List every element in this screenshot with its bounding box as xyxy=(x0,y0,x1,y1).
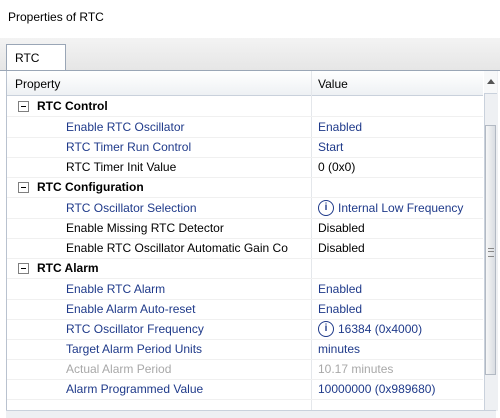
property-name: Enable RTC Oscillator xyxy=(66,120,185,134)
property-name: Enable RTC Oscillator Automatic Gain Co xyxy=(66,241,288,255)
header-value: Value xyxy=(318,77,348,91)
category-rtc-control[interactable]: RTC Control xyxy=(7,96,483,117)
property-value-text: 16384 (0x4000) xyxy=(338,322,423,336)
property-value[interactable]: Enabled xyxy=(318,120,362,134)
property-value[interactable]: i 16384 (0x4000) xyxy=(318,321,423,337)
window-title: Properties of RTC xyxy=(8,10,104,24)
tab-rtc-label: RTC xyxy=(15,51,40,65)
property-name: Target Alarm Period Units xyxy=(66,342,203,356)
category-label: RTC Alarm xyxy=(37,261,99,275)
header-property: Property xyxy=(15,77,61,91)
property-row: Actual Alarm Period 10.17 minutes xyxy=(7,359,483,380)
minus-box-icon[interactable] xyxy=(18,182,29,193)
property-value-text: Internal Low Frequency xyxy=(338,201,464,215)
category-rtc-configuration[interactable]: RTC Configuration xyxy=(7,177,483,198)
property-row[interactable]: Enable Alarm Auto-reset Enabled xyxy=(7,299,483,320)
property-value[interactable]: Start xyxy=(318,140,343,154)
property-name: RTC Oscillator Frequency xyxy=(66,322,204,336)
property-row[interactable]: Enable RTC Alarm Enabled xyxy=(7,279,483,300)
category-label: RTC Configuration xyxy=(37,180,144,194)
property-value[interactable]: 10000000 (0x989680) xyxy=(318,382,435,396)
tab-strip xyxy=(0,38,500,70)
property-name: RTC Oscillator Selection xyxy=(66,201,197,215)
property-row[interactable]: Target Alarm Period Units minutes xyxy=(7,339,483,360)
property-grid: Property Value RTC Control Enable RTC Os… xyxy=(6,71,498,411)
grip-icon xyxy=(488,248,494,257)
property-name: Enable RTC Alarm xyxy=(66,282,166,296)
property-name: Alarm Programmed Value xyxy=(66,382,204,396)
property-value[interactable]: Enabled xyxy=(318,302,362,316)
property-value[interactable]: minutes xyxy=(318,342,360,356)
window-title-bar: Properties of RTC xyxy=(0,0,500,36)
info-icon[interactable]: i xyxy=(318,200,334,216)
property-row[interactable]: Enable RTC Oscillator Automatic Gain Co … xyxy=(7,238,483,259)
property-row[interactable]: Enable Missing RTC Detector Disabled xyxy=(7,218,483,239)
property-row[interactable]: RTC Oscillator Frequency i 16384 (0x4000) xyxy=(7,319,483,340)
property-name: RTC Timer Init Value xyxy=(66,160,177,174)
property-value[interactable]: Disabled xyxy=(318,221,365,235)
property-row[interactable]: RTC Oscillator Selection i Internal Low F… xyxy=(7,198,483,219)
tab-rtc[interactable]: RTC xyxy=(6,44,66,71)
category-label: RTC Control xyxy=(37,99,108,113)
property-value[interactable]: Enabled xyxy=(318,282,362,296)
property-name: RTC Timer Run Control xyxy=(66,140,192,154)
minus-box-icon[interactable] xyxy=(18,101,29,112)
property-name: Enable Missing RTC Detector xyxy=(66,221,224,235)
category-rtc-alarm[interactable]: RTC Alarm xyxy=(7,258,483,279)
property-row[interactable]: Alarm Programmed Value 10000000 (0x98968… xyxy=(7,379,483,400)
property-row[interactable]: Enable RTC Oscillator Enabled xyxy=(7,117,483,138)
property-row[interactable]: RTC Timer Run Control Start xyxy=(7,137,483,158)
arrow-up-icon[interactable] xyxy=(484,71,497,94)
property-value[interactable]: 0 (0x0) xyxy=(318,160,355,174)
property-name: Actual Alarm Period xyxy=(66,362,172,376)
info-icon[interactable]: i xyxy=(318,321,334,337)
property-value[interactable]: Disabled xyxy=(318,241,365,255)
property-name: Enable Alarm Auto-reset xyxy=(66,302,196,316)
property-value: 10.17 minutes xyxy=(318,362,394,376)
property-value[interactable]: i Internal Low Frequency xyxy=(318,200,464,216)
property-row[interactable]: RTC Timer Init Value 0 (0x0) xyxy=(7,157,483,178)
minus-box-icon[interactable] xyxy=(18,263,29,274)
grid-header: Property Value xyxy=(7,71,483,96)
scrollbar-thumb[interactable] xyxy=(485,125,496,375)
